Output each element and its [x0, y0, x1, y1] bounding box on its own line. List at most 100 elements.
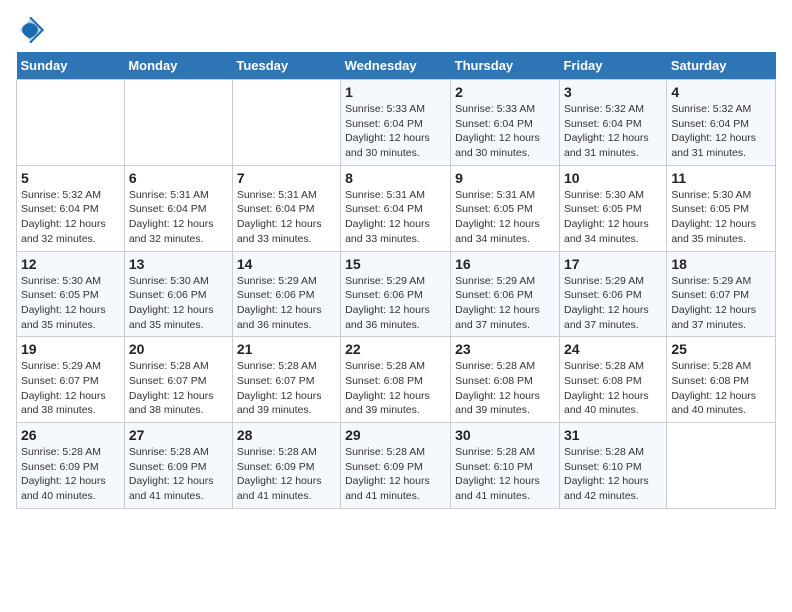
- day-info: Sunrise: 5:28 AM Sunset: 6:09 PM Dayligh…: [21, 445, 120, 504]
- calendar-cell: 17 Sunrise: 5:29 AM Sunset: 6:06 PM Dayli…: [559, 251, 666, 337]
- calendar-cell: 29 Sunrise: 5:28 AM Sunset: 6:09 PM Dayli…: [341, 423, 451, 509]
- logo-icon: [16, 16, 44, 44]
- header-monday: Monday: [124, 52, 232, 80]
- day-info: Sunrise: 5:28 AM Sunset: 6:08 PM Dayligh…: [345, 359, 446, 418]
- calendar-cell: 11 Sunrise: 5:30 AM Sunset: 6:05 PM Dayli…: [667, 165, 776, 251]
- calendar-header-row: SundayMondayTuesdayWednesdayThursdayFrid…: [17, 52, 776, 80]
- day-info: Sunrise: 5:28 AM Sunset: 6:08 PM Dayligh…: [564, 359, 662, 418]
- day-info: Sunrise: 5:31 AM Sunset: 6:04 PM Dayligh…: [237, 188, 336, 247]
- day-number: 31: [564, 427, 662, 443]
- day-info: Sunrise: 5:32 AM Sunset: 6:04 PM Dayligh…: [564, 102, 662, 161]
- calendar-cell: 3 Sunrise: 5:32 AM Sunset: 6:04 PM Daylig…: [559, 80, 666, 166]
- day-number: 8: [345, 170, 446, 186]
- calendar-week-row: 26 Sunrise: 5:28 AM Sunset: 6:09 PM Dayli…: [17, 423, 776, 509]
- header-tuesday: Tuesday: [232, 52, 340, 80]
- day-info: Sunrise: 5:33 AM Sunset: 6:04 PM Dayligh…: [455, 102, 555, 161]
- day-info: Sunrise: 5:28 AM Sunset: 6:10 PM Dayligh…: [564, 445, 662, 504]
- header-thursday: Thursday: [451, 52, 560, 80]
- header-saturday: Saturday: [667, 52, 776, 80]
- day-info: Sunrise: 5:30 AM Sunset: 6:05 PM Dayligh…: [21, 274, 120, 333]
- calendar-week-row: 1 Sunrise: 5:33 AM Sunset: 6:04 PM Daylig…: [17, 80, 776, 166]
- day-number: 28: [237, 427, 336, 443]
- calendar-cell: 16Sunrise: 5:29 AM Sunset: 6:06 PM Dayli…: [451, 251, 560, 337]
- calendar-cell: 25 Sunrise: 5:28 AM Sunset: 6:08 PM Dayli…: [667, 337, 776, 423]
- calendar-cell: 31 Sunrise: 5:28 AM Sunset: 6:10 PM Dayli…: [559, 423, 666, 509]
- calendar-cell: 10Sunrise: 5:30 AM Sunset: 6:05 PM Dayli…: [559, 165, 666, 251]
- calendar-cell: 9Sunrise: 5:31 AM Sunset: 6:05 PM Daylig…: [451, 165, 560, 251]
- day-info: Sunrise: 5:31 AM Sunset: 6:04 PM Dayligh…: [129, 188, 228, 247]
- day-info: Sunrise: 5:33 AM Sunset: 6:04 PM Dayligh…: [345, 102, 446, 161]
- day-info: Sunrise: 5:29 AM Sunset: 6:06 PM Dayligh…: [455, 274, 555, 333]
- calendar-cell: 1 Sunrise: 5:33 AM Sunset: 6:04 PM Daylig…: [341, 80, 451, 166]
- logo: [16, 16, 48, 44]
- calendar-cell: 4 Sunrise: 5:32 AM Sunset: 6:04 PM Daylig…: [667, 80, 776, 166]
- calendar-cell: 18Sunrise: 5:29 AM Sunset: 6:07 PM Dayli…: [667, 251, 776, 337]
- day-info: Sunrise: 5:29 AM Sunset: 6:07 PM Dayligh…: [671, 274, 771, 333]
- day-number: 1: [345, 84, 446, 100]
- day-number: 3: [564, 84, 662, 100]
- calendar-cell: 22Sunrise: 5:28 AM Sunset: 6:08 PM Dayli…: [341, 337, 451, 423]
- day-number: 5: [21, 170, 120, 186]
- day-info: Sunrise: 5:29 AM Sunset: 6:07 PM Dayligh…: [21, 359, 120, 418]
- day-info: Sunrise: 5:28 AM Sunset: 6:07 PM Dayligh…: [129, 359, 228, 418]
- day-number: 11: [671, 170, 771, 186]
- day-number: 12: [21, 256, 120, 272]
- day-info: Sunrise: 5:30 AM Sunset: 6:05 PM Dayligh…: [671, 188, 771, 247]
- day-number: 23: [455, 341, 555, 357]
- day-info: Sunrise: 5:32 AM Sunset: 6:04 PM Dayligh…: [21, 188, 120, 247]
- calendar-cell: 2 Sunrise: 5:33 AM Sunset: 6:04 PM Daylig…: [451, 80, 560, 166]
- calendar-cell: 14 Sunrise: 5:29 AM Sunset: 6:06 PM Dayli…: [232, 251, 340, 337]
- calendar-cell: 19 Sunrise: 5:29 AM Sunset: 6:07 PM Dayli…: [17, 337, 125, 423]
- day-info: Sunrise: 5:29 AM Sunset: 6:06 PM Dayligh…: [564, 274, 662, 333]
- day-number: 24: [564, 341, 662, 357]
- day-number: 9: [455, 170, 555, 186]
- day-number: 6: [129, 170, 228, 186]
- calendar-cell: [232, 80, 340, 166]
- calendar-cell: 13 Sunrise: 5:30 AM Sunset: 6:06 PM Dayli…: [124, 251, 232, 337]
- day-info: Sunrise: 5:32 AM Sunset: 6:04 PM Dayligh…: [671, 102, 771, 161]
- calendar-cell: 8 Sunrise: 5:31 AM Sunset: 6:04 PM Daylig…: [341, 165, 451, 251]
- day-number: 4: [671, 84, 771, 100]
- calendar-cell: 21Sunrise: 5:28 AM Sunset: 6:07 PM Dayli…: [232, 337, 340, 423]
- day-number: 17: [564, 256, 662, 272]
- day-number: 20: [129, 341, 228, 357]
- day-number: 21: [237, 341, 336, 357]
- calendar-cell: 7 Sunrise: 5:31 AM Sunset: 6:04 PM Daylig…: [232, 165, 340, 251]
- day-number: 29: [345, 427, 446, 443]
- day-info: Sunrise: 5:29 AM Sunset: 6:06 PM Dayligh…: [237, 274, 336, 333]
- calendar-cell: [667, 423, 776, 509]
- day-number: 14: [237, 256, 336, 272]
- calendar-cell: 24 Sunrise: 5:28 AM Sunset: 6:08 PM Dayli…: [559, 337, 666, 423]
- calendar-cell: 20 Sunrise: 5:28 AM Sunset: 6:07 PM Dayli…: [124, 337, 232, 423]
- calendar-table: SundayMondayTuesdayWednesdayThursdayFrid…: [16, 52, 776, 509]
- day-info: Sunrise: 5:28 AM Sunset: 6:09 PM Dayligh…: [345, 445, 446, 504]
- page-header: [16, 16, 776, 44]
- day-info: Sunrise: 5:28 AM Sunset: 6:08 PM Dayligh…: [671, 359, 771, 418]
- day-info: Sunrise: 5:28 AM Sunset: 6:09 PM Dayligh…: [237, 445, 336, 504]
- day-number: 19: [21, 341, 120, 357]
- day-number: 25: [671, 341, 771, 357]
- day-number: 2: [455, 84, 555, 100]
- day-info: Sunrise: 5:29 AM Sunset: 6:06 PM Dayligh…: [345, 274, 446, 333]
- day-info: Sunrise: 5:28 AM Sunset: 6:08 PM Dayligh…: [455, 359, 555, 418]
- calendar-cell: 28 Sunrise: 5:28 AM Sunset: 6:09 PM Dayli…: [232, 423, 340, 509]
- calendar-cell: [17, 80, 125, 166]
- day-number: 26: [21, 427, 120, 443]
- calendar-cell: 5 Sunrise: 5:32 AM Sunset: 6:04 PM Daylig…: [17, 165, 125, 251]
- day-number: 27: [129, 427, 228, 443]
- calendar-cell: 30Sunrise: 5:28 AM Sunset: 6:10 PM Dayli…: [451, 423, 560, 509]
- day-number: 13: [129, 256, 228, 272]
- day-number: 7: [237, 170, 336, 186]
- day-number: 15: [345, 256, 446, 272]
- day-info: Sunrise: 5:31 AM Sunset: 6:04 PM Dayligh…: [345, 188, 446, 247]
- header-wednesday: Wednesday: [341, 52, 451, 80]
- day-info: Sunrise: 5:28 AM Sunset: 6:09 PM Dayligh…: [129, 445, 228, 504]
- header-friday: Friday: [559, 52, 666, 80]
- calendar-cell: 26 Sunrise: 5:28 AM Sunset: 6:09 PM Dayli…: [17, 423, 125, 509]
- calendar-cell: 27 Sunrise: 5:28 AM Sunset: 6:09 PM Dayli…: [124, 423, 232, 509]
- calendar-cell: 6 Sunrise: 5:31 AM Sunset: 6:04 PM Daylig…: [124, 165, 232, 251]
- day-info: Sunrise: 5:30 AM Sunset: 6:06 PM Dayligh…: [129, 274, 228, 333]
- day-number: 10: [564, 170, 662, 186]
- header-sunday: Sunday: [17, 52, 125, 80]
- calendar-cell: 12 Sunrise: 5:30 AM Sunset: 6:05 PM Dayli…: [17, 251, 125, 337]
